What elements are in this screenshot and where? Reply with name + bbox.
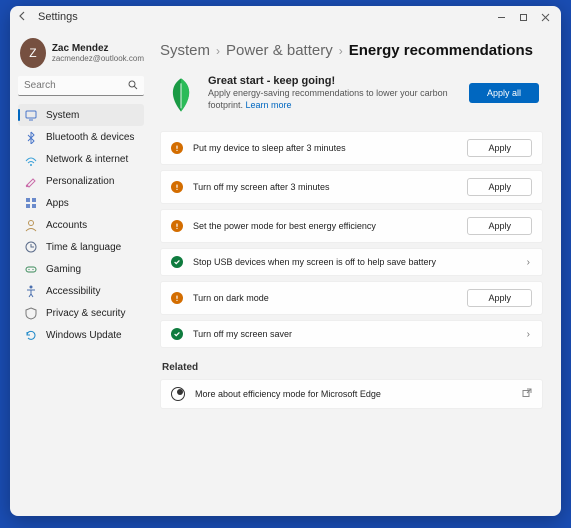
apply-button[interactable]: Apply — [467, 178, 532, 196]
recommendation-row: Turn off my screen after 3 minutes Apply — [160, 170, 543, 204]
hero-desc-text: Apply energy-saving recommendations to l… — [208, 88, 448, 110]
search-icon — [128, 80, 138, 93]
recommendation-row: Set the power mode for best energy effic… — [160, 209, 543, 243]
recommendation-label: Turn off my screen saver — [193, 329, 515, 339]
system-icon — [24, 108, 38, 122]
recommendation-list: Put my device to sleep after 3 minutes Ap… — [160, 131, 543, 348]
sidebar-item-label: Gaming — [46, 264, 81, 275]
chevron-right-icon: › — [339, 44, 343, 58]
breadcrumb: System › Power & battery › Energy recomm… — [160, 42, 543, 59]
close-button[interactable] — [537, 9, 553, 25]
chevron-right-icon: › — [525, 257, 532, 268]
sidebar-item-privacy[interactable]: Privacy & security — [18, 302, 144, 324]
sidebar-item-accounts[interactable]: Accounts — [18, 214, 144, 236]
sidebar-item-network[interactable]: Network & internet — [18, 148, 144, 170]
recommendation-label: Turn on dark mode — [193, 293, 457, 303]
gaming-icon — [24, 262, 38, 276]
open-external-icon — [522, 388, 532, 401]
chevron-right-icon: › — [216, 44, 220, 58]
sidebar-item-label: Accounts — [46, 220, 87, 231]
update-icon — [24, 328, 38, 342]
search-input[interactable] — [18, 76, 144, 96]
accessibility-icon — [24, 284, 38, 298]
hero-title: Great start - keep going! — [208, 75, 459, 87]
alert-icon — [171, 220, 183, 232]
sidebar-item-accessibility[interactable]: Accessibility — [18, 280, 144, 302]
recommendation-label: Put my device to sleep after 3 minutes — [193, 143, 457, 153]
settings-window: Settings Z Zac Mendez zacmendez@outlook.… — [10, 6, 561, 516]
sidebar-item-system[interactable]: System — [18, 104, 144, 126]
alert-icon — [171, 181, 183, 193]
sidebar-item-apps[interactable]: Apps — [18, 192, 144, 214]
hero: Great start - keep going! Apply energy-s… — [160, 69, 543, 127]
main: System › Power & battery › Energy recomm… — [150, 28, 561, 516]
titlebar: Settings — [10, 6, 561, 28]
recommendation-row[interactable]: Stop USB devices when my screen is off t… — [160, 248, 543, 276]
recommendation-label: Set the power mode for best energy effic… — [193, 221, 457, 231]
search-wrap — [18, 76, 144, 96]
sidebar-item-personalization[interactable]: Personalization — [18, 170, 144, 192]
sidebar-item-label: Accessibility — [46, 286, 100, 297]
avatar: Z — [20, 38, 46, 68]
sidebar-item-bluetooth[interactable]: Bluetooth & devices — [18, 126, 144, 148]
recommendation-label: Stop USB devices when my screen is off t… — [193, 257, 515, 267]
sidebar-item-label: Network & internet — [46, 154, 128, 165]
hero-desc: Apply energy-saving recommendations to l… — [208, 88, 459, 111]
page-title: Energy recommendations — [349, 42, 533, 59]
profile-name: Zac Mendez — [52, 43, 144, 54]
back-button[interactable] — [14, 11, 32, 24]
sidebar-item-gaming[interactable]: Gaming — [18, 258, 144, 280]
crumb-power[interactable]: Power & battery — [226, 42, 333, 59]
learn-more-link[interactable]: Learn more — [246, 100, 292, 110]
recommendation-label: Turn off my screen after 3 minutes — [193, 182, 457, 192]
minimize-button[interactable] — [493, 9, 509, 25]
network-icon — [24, 152, 38, 166]
apply-all-button[interactable]: Apply all — [469, 83, 539, 103]
sidebar-item-time[interactable]: Time & language — [18, 236, 144, 258]
apply-button[interactable]: Apply — [467, 217, 532, 235]
personalization-icon — [24, 174, 38, 188]
sidebar-item-label: Time & language — [46, 242, 121, 253]
bluetooth-icon — [24, 130, 38, 144]
profile[interactable]: Z Zac Mendez zacmendez@outlook.com — [20, 38, 144, 68]
window-title: Settings — [38, 11, 78, 23]
sidebar: Z Zac Mendez zacmendez@outlook.com Syste… — [10, 28, 150, 516]
sidebar-item-label: Personalization — [46, 176, 114, 187]
sidebar-item-update[interactable]: Windows Update — [18, 324, 144, 346]
time-icon — [24, 240, 38, 254]
crumb-system[interactable]: System — [160, 42, 210, 59]
profile-email: zacmendez@outlook.com — [52, 54, 144, 63]
recommendation-row: Turn on dark mode Apply — [160, 281, 543, 315]
apps-icon — [24, 196, 38, 210]
sidebar-item-label: System — [46, 110, 79, 121]
recommendation-row: Put my device to sleep after 3 minutes Ap… — [160, 131, 543, 165]
recommendation-row[interactable]: Turn off my screen saver › — [160, 320, 543, 348]
apply-button[interactable]: Apply — [467, 289, 532, 307]
alert-icon — [171, 142, 183, 154]
sidebar-item-label: Bluetooth & devices — [46, 132, 134, 143]
check-icon — [171, 256, 183, 268]
privacy-icon — [24, 306, 38, 320]
sidebar-item-label: Apps — [46, 198, 69, 209]
related-label: More about efficiency mode for Microsoft… — [195, 389, 512, 399]
related-item[interactable]: More about efficiency mode for Microsoft… — [160, 379, 543, 409]
sidebar-item-label: Privacy & security — [46, 308, 125, 319]
edge-icon — [171, 387, 185, 401]
check-icon — [171, 328, 183, 340]
alert-icon — [171, 292, 183, 304]
accounts-icon — [24, 218, 38, 232]
leaf-icon — [164, 75, 198, 115]
related-heading: Related — [162, 362, 543, 373]
chevron-right-icon: › — [525, 329, 532, 340]
maximize-button[interactable] — [515, 9, 531, 25]
apply-button[interactable]: Apply — [467, 139, 532, 157]
sidebar-item-label: Windows Update — [46, 330, 122, 341]
nav: System Bluetooth & devices Network & inter… — [18, 104, 144, 346]
